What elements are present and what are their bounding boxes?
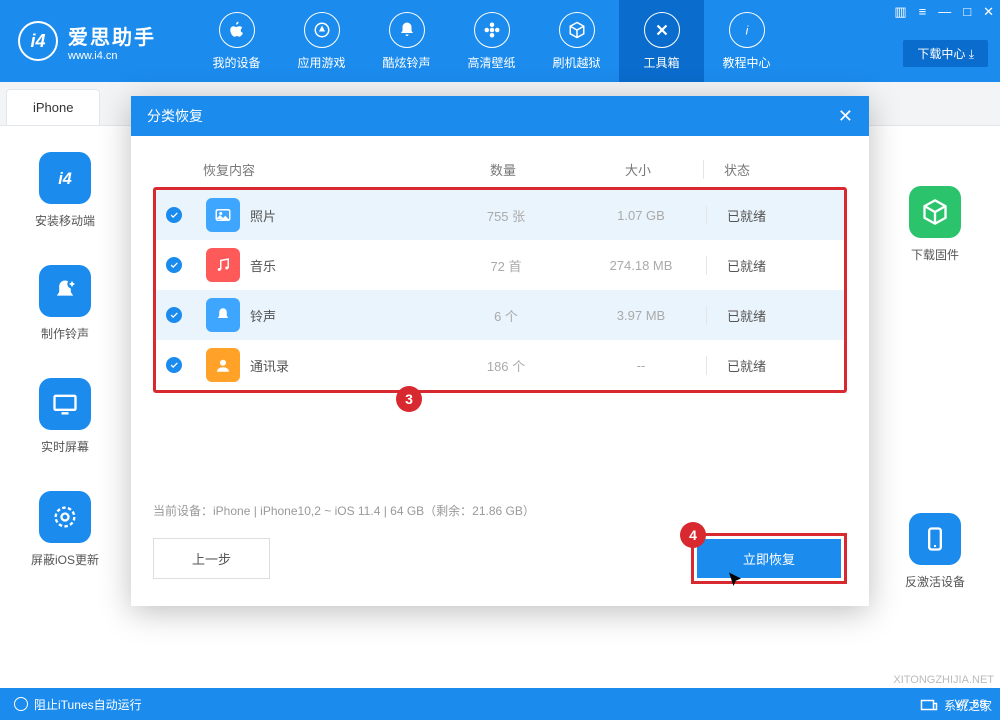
theme-icon[interactable]: ▥ <box>894 4 906 20</box>
restore-modal: 分类恢复 ✕ 恢复内容 数量 大小 状态 照片 755 张 1.07 GB 已就… <box>131 96 869 606</box>
checkbox-checked-icon[interactable] <box>166 257 182 273</box>
maximize-icon[interactable]: □ <box>963 4 971 20</box>
watermark: XITONGZHIJIA.NET <box>893 674 994 686</box>
side-download-firmware[interactable]: 下载固件 <box>909 186 961 263</box>
menu-icon[interactable]: ≡ <box>919 4 927 20</box>
download-center-button[interactable]: 下载中心 ⤓ <box>903 40 988 67</box>
gear-icon <box>39 491 91 543</box>
nav-toolbox[interactable]: 工具箱 <box>619 0 704 82</box>
nav-my-device[interactable]: 我的设备 <box>194 0 279 82</box>
cube-icon <box>909 186 961 238</box>
photo-icon <box>206 198 240 232</box>
modal-header: 分类恢复 ✕ <box>131 96 869 136</box>
main-nav: 我的设备 应用游戏 酷炫铃声 高清壁纸 刷机越狱 工具箱 i教程中心 <box>194 0 789 82</box>
modal-title: 分类恢复 <box>147 106 203 126</box>
callout-badge-3: 3 <box>396 386 422 412</box>
svg-text:i4: i4 <box>58 170 72 188</box>
side-realtime-screen[interactable]: 实时屏幕 <box>39 378 91 455</box>
side-deactivate[interactable]: 反激活设备 <box>905 513 965 590</box>
nav-tutorials[interactable]: i教程中心 <box>704 0 789 82</box>
app-url: www.i4.cn <box>68 50 156 62</box>
toggle-off-icon[interactable] <box>14 697 28 711</box>
cursor-icon <box>726 571 744 589</box>
logo: i4 爱思助手 www.i4.cn <box>0 21 174 62</box>
bell-icon <box>389 12 425 48</box>
restore-button-highlight: 4 立即恢复 <box>691 533 847 584</box>
window-controls: ▥ ≡ — □ ✕ <box>894 4 994 20</box>
device-info: 当前设备：iPhone | iPhone10,2 ~ iOS 11.4 | 64… <box>153 502 847 519</box>
monitor-icon <box>39 378 91 430</box>
music-icon <box>206 248 240 282</box>
restore-button[interactable]: 立即恢复 <box>697 539 841 578</box>
table-row[interactable]: 铃声 6 个 3.97 MB 已就绪 <box>156 290 844 340</box>
minimize-icon[interactable]: — <box>938 4 951 20</box>
sidebar-left: i4安装移动端 制作铃声 实时屏幕 屏蔽iOS更新 <box>20 152 110 568</box>
header-size: 大小 <box>573 160 703 179</box>
box-icon <box>559 12 595 48</box>
table-header: 恢复内容 数量 大小 状态 <box>153 152 847 187</box>
checkbox-checked-icon[interactable] <box>166 357 182 373</box>
logo-icon: i4 <box>18 21 58 61</box>
status-bar: 阻止iTunes自动运行 V7.68 <box>0 688 1000 720</box>
modal-close-icon[interactable]: ✕ <box>838 106 853 127</box>
side-install-mobile[interactable]: i4安装移动端 <box>35 152 95 229</box>
close-icon[interactable]: ✕ <box>983 4 994 20</box>
info-icon: i <box>729 12 765 48</box>
nav-ringtones[interactable]: 酷炫铃声 <box>364 0 449 82</box>
table-row[interactable]: 通讯录 186 个 -- 已就绪 <box>156 340 844 390</box>
header-qty: 数量 <box>433 160 573 179</box>
phone-icon <box>909 513 961 565</box>
bell-plus-icon <box>39 265 91 317</box>
flower-icon <box>474 12 510 48</box>
i4-icon: i4 <box>39 152 91 204</box>
side-make-ringtone[interactable]: 制作铃声 <box>39 265 91 342</box>
nav-flash[interactable]: 刷机越狱 <box>534 0 619 82</box>
checkbox-checked-icon[interactable] <box>166 207 182 223</box>
watermark-logo: 系统之家 <box>918 696 992 714</box>
contact-icon <box>206 348 240 382</box>
nav-apps[interactable]: 应用游戏 <box>279 0 364 82</box>
checkbox-checked-icon[interactable] <box>166 307 182 323</box>
tab-iphone[interactable]: iPhone <box>6 89 100 125</box>
table-row[interactable]: 照片 755 张 1.07 GB 已就绪 <box>156 190 844 240</box>
nav-wallpapers[interactable]: 高清壁纸 <box>449 0 534 82</box>
app-header: i4 爱思助手 www.i4.cn 我的设备 应用游戏 酷炫铃声 高清壁纸 刷机… <box>0 0 1000 82</box>
callout-badge-4: 4 <box>680 522 706 548</box>
status-itunes[interactable]: 阻止iTunes自动运行 <box>34 696 142 713</box>
sidebar-right: 下载固件 反激活设备 <box>890 186 980 590</box>
bell-icon <box>206 298 240 332</box>
restore-table: 照片 755 张 1.07 GB 已就绪 音乐 72 首 274.18 MB 已… <box>153 187 847 393</box>
svg-text:i: i <box>745 23 748 37</box>
tools-icon <box>644 12 680 48</box>
appstore-icon <box>304 12 340 48</box>
apple-icon <box>219 12 255 48</box>
app-name: 爱思助手 <box>68 21 156 50</box>
table-row[interactable]: 音乐 72 首 274.18 MB 已就绪 <box>156 240 844 290</box>
header-content: 恢复内容 <box>203 160 433 179</box>
back-button[interactable]: 上一步 <box>153 538 270 579</box>
side-block-updates[interactable]: 屏蔽iOS更新 <box>31 491 99 568</box>
header-status: 状态 <box>703 160 803 179</box>
